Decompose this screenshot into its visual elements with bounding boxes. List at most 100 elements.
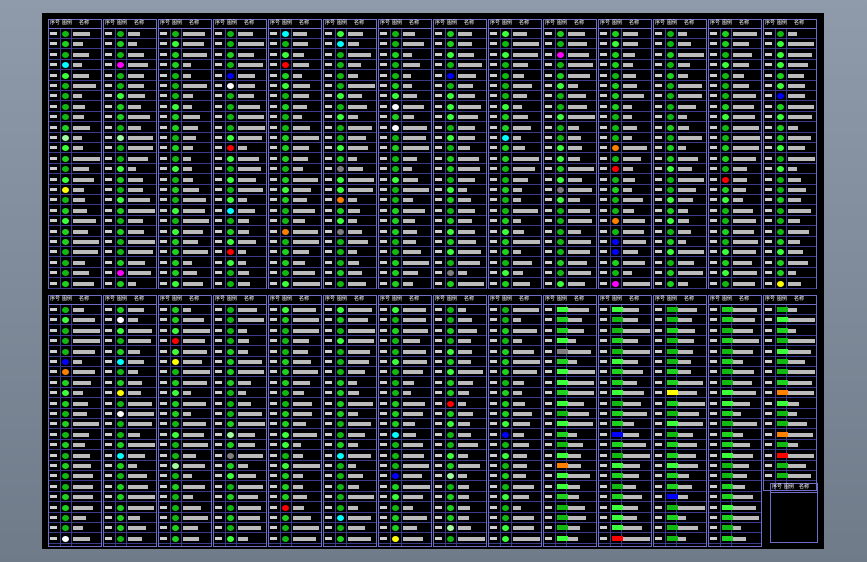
legend-row[interactable] xyxy=(599,112,651,123)
legend-row[interactable] xyxy=(159,268,211,279)
legend-row[interactable] xyxy=(159,513,211,523)
legend-row[interactable] xyxy=(324,409,376,419)
legend-row[interactable] xyxy=(764,357,816,367)
legend-row[interactable] xyxy=(159,29,211,39)
legend-row[interactable] xyxy=(159,523,211,534)
legend-row[interactable] xyxy=(544,461,596,471)
legend-row[interactable] xyxy=(214,216,266,227)
legend-row[interactable] xyxy=(544,216,596,227)
legend-row[interactable] xyxy=(269,91,321,102)
legend-row[interactable] xyxy=(159,143,211,154)
legend-row[interactable] xyxy=(269,534,321,544)
legend-row[interactable] xyxy=(104,60,156,71)
legend-row[interactable] xyxy=(159,451,211,461)
legend-row[interactable] xyxy=(544,347,596,357)
legend-sheet[interactable]: 序号 图例 名称 序号 图例 名称 序号 图例 名称 序号 图例 名称 序号 图例 名称 序号 图例 名称 序号 图例… xyxy=(42,13,824,549)
legend-row[interactable] xyxy=(544,388,596,399)
legend-row[interactable] xyxy=(214,315,266,326)
legend-row[interactable] xyxy=(544,133,596,143)
legend-row[interactable] xyxy=(599,534,651,544)
legend-row[interactable] xyxy=(269,71,321,81)
legend-row[interactable] xyxy=(104,503,156,513)
legend-row[interactable] xyxy=(214,419,266,430)
legend-row[interactable] xyxy=(544,451,596,461)
legend-row[interactable] xyxy=(654,60,706,71)
legend-row[interactable] xyxy=(489,513,541,523)
legend-row[interactable] xyxy=(49,112,101,123)
legend-row[interactable] xyxy=(709,492,761,503)
legend-row[interactable] xyxy=(654,258,706,268)
legend-row[interactable] xyxy=(544,29,596,39)
legend-row[interactable] xyxy=(709,195,761,206)
legend-row[interactable] xyxy=(654,81,706,91)
legend-row[interactable] xyxy=(544,91,596,102)
legend-row[interactable] xyxy=(544,50,596,60)
legend-row[interactable] xyxy=(544,39,596,50)
legend-row[interactable] xyxy=(434,279,486,289)
legend-row[interactable] xyxy=(599,81,651,91)
legend-row[interactable] xyxy=(159,91,211,102)
legend-row[interactable] xyxy=(764,227,816,237)
legend-row[interactable] xyxy=(269,451,321,461)
legend-row[interactable] xyxy=(654,91,706,102)
legend-row[interactable] xyxy=(434,133,486,143)
legend-row[interactable] xyxy=(379,237,431,247)
legend-row[interactable] xyxy=(49,440,101,451)
legend-row[interactable] xyxy=(434,482,486,492)
legend-row[interactable] xyxy=(709,133,761,143)
legend-row[interactable] xyxy=(269,523,321,534)
legend-row[interactable] xyxy=(104,175,156,185)
legend-row[interactable] xyxy=(269,399,321,409)
legend-row[interactable] xyxy=(709,357,761,367)
legend-row[interactable] xyxy=(654,102,706,112)
legend-row[interactable] xyxy=(764,471,816,482)
legend-row[interactable] xyxy=(764,39,816,50)
legend-row[interactable] xyxy=(654,471,706,482)
legend-row[interactable] xyxy=(214,471,266,482)
legend-row[interactable] xyxy=(49,409,101,419)
legend-row[interactable] xyxy=(544,399,596,409)
legend-row[interactable] xyxy=(709,164,761,175)
legend-row[interactable] xyxy=(104,237,156,247)
legend-row[interactable] xyxy=(269,347,321,357)
legend-row[interactable] xyxy=(159,247,211,258)
legend-row[interactable] xyxy=(104,347,156,357)
legend-row[interactable] xyxy=(49,399,101,409)
legend-row[interactable] xyxy=(104,534,156,544)
legend-row[interactable] xyxy=(434,206,486,216)
legend-row[interactable] xyxy=(159,419,211,430)
legend-row[interactable] xyxy=(379,91,431,102)
legend-row[interactable] xyxy=(764,216,816,227)
legend-row[interactable] xyxy=(599,409,651,419)
legend-row[interactable] xyxy=(269,237,321,247)
legend-row[interactable] xyxy=(104,50,156,60)
legend-row[interactable] xyxy=(544,513,596,523)
legend-row[interactable] xyxy=(489,279,541,289)
legend-row[interactable] xyxy=(709,268,761,279)
legend-row[interactable] xyxy=(764,440,816,451)
legend-row[interactable] xyxy=(709,513,761,523)
legend-row[interactable] xyxy=(489,268,541,279)
legend-row[interactable] xyxy=(489,102,541,112)
legend-row[interactable] xyxy=(489,367,541,378)
legend-row[interactable] xyxy=(104,112,156,123)
legend-row[interactable] xyxy=(379,247,431,258)
legend-row[interactable] xyxy=(434,216,486,227)
legend-row[interactable] xyxy=(104,216,156,227)
legend-row[interactable] xyxy=(104,409,156,419)
legend-row[interactable] xyxy=(544,305,596,315)
legend-row[interactable] xyxy=(764,336,816,347)
legend-row[interactable] xyxy=(214,357,266,367)
legend-row[interactable] xyxy=(434,503,486,513)
legend-row[interactable] xyxy=(709,305,761,315)
legend-row[interactable] xyxy=(159,430,211,440)
legend-row[interactable] xyxy=(654,378,706,388)
legend-row[interactable] xyxy=(324,258,376,268)
legend-row[interactable] xyxy=(324,523,376,534)
legend-row[interactable] xyxy=(159,81,211,91)
legend-row[interactable] xyxy=(489,39,541,50)
legend-row[interactable] xyxy=(434,326,486,336)
legend-row[interactable] xyxy=(654,71,706,81)
legend-row[interactable] xyxy=(709,227,761,237)
legend-row[interactable] xyxy=(324,326,376,336)
